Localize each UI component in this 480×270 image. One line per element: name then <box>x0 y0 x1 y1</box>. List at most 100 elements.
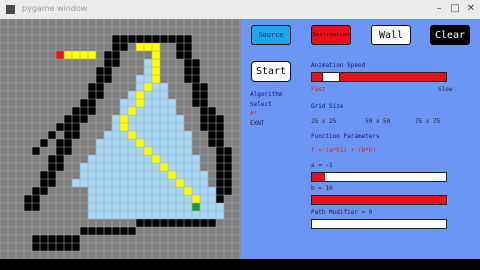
pathfinding-grid[interactable] <box>0 19 241 259</box>
visited-cell <box>112 211 120 219</box>
visited-cell <box>208 203 216 211</box>
wall-cell <box>32 243 40 251</box>
param-a-slider[interactable] <box>311 172 447 182</box>
wall-cell <box>216 147 224 155</box>
visited-cell <box>192 171 200 179</box>
wall-cell <box>64 131 72 139</box>
path-cell <box>136 99 144 107</box>
visited-cell <box>208 195 216 203</box>
visited-cell <box>120 99 128 107</box>
wall-cell <box>48 163 56 171</box>
param-b-slider[interactable] <box>311 195 447 205</box>
wall-cell <box>104 67 112 75</box>
visited-cell <box>96 171 104 179</box>
minimize-icon[interactable]: – <box>432 2 446 16</box>
grid-size-75[interactable]: 75 x 75 <box>415 118 440 125</box>
path-cell <box>128 107 136 115</box>
animation-speed-handle[interactable] <box>322 72 341 82</box>
algorithm-option-exnt[interactable]: EXNT <box>250 120 264 127</box>
destination-button[interactable]: Destination <box>311 25 351 45</box>
wall-cell <box>184 51 192 59</box>
visited-cell <box>152 187 160 195</box>
wall-button[interactable]: Wall <box>371 25 411 45</box>
app-icon <box>6 5 15 14</box>
visited-cell <box>216 211 224 219</box>
wall-cell <box>200 219 208 227</box>
path-modifier-slider[interactable] <box>311 219 447 229</box>
wall-cell <box>40 179 48 187</box>
visited-cell <box>96 203 104 211</box>
wall-cell <box>64 139 72 147</box>
path-cell <box>152 155 160 163</box>
visited-cell <box>160 91 168 99</box>
close-icon[interactable]: ✕ <box>464 2 478 16</box>
start-button[interactable]: Start <box>251 61 291 82</box>
visited-cell <box>168 179 176 187</box>
visited-cell <box>136 195 144 203</box>
wall-cell <box>216 187 224 195</box>
maximize-icon[interactable]: □ <box>448 2 462 16</box>
grid-canvas[interactable] <box>0 19 241 259</box>
wall-cell <box>168 35 176 43</box>
visited-cell <box>136 179 144 187</box>
visited-cell <box>136 147 144 155</box>
visited-cell <box>88 187 96 195</box>
wall-cell <box>200 99 208 107</box>
wall-cell <box>96 227 104 235</box>
visited-cell <box>152 171 160 179</box>
visited-cell <box>104 187 112 195</box>
visited-cell <box>136 203 144 211</box>
visited-cell <box>136 131 144 139</box>
visited-cell <box>184 163 192 171</box>
wall-cell <box>112 43 120 51</box>
algorithm-title: Algorithm <box>250 91 283 98</box>
visited-cell <box>112 139 120 147</box>
wall-cell <box>64 115 72 123</box>
visited-cell <box>152 83 160 91</box>
grid-size-50[interactable]: 50 x 50 <box>365 118 390 125</box>
visited-cell <box>144 131 152 139</box>
algorithm-option-astar[interactable]: A* <box>250 110 257 117</box>
wall-cell <box>192 75 200 83</box>
wall-cell <box>200 115 208 123</box>
visited-cell <box>96 195 104 203</box>
visited-cell <box>192 211 200 219</box>
visited-cell <box>96 139 104 147</box>
wall-cell <box>48 171 56 179</box>
visited-cell <box>144 91 152 99</box>
wall-cell <box>56 235 64 243</box>
visited-cell <box>144 123 152 131</box>
wall-cell <box>56 243 64 251</box>
visited-cell <box>104 147 112 155</box>
visited-cell <box>88 195 96 203</box>
visited-cell <box>160 211 168 219</box>
grid-size-label: Grid Size <box>311 103 344 110</box>
grid-size-25[interactable]: 25 x 25 <box>311 118 336 125</box>
wall-cell <box>72 243 80 251</box>
wall-cell <box>72 107 80 115</box>
visited-cell <box>144 99 152 107</box>
wall-cell <box>80 227 88 235</box>
wall-cell <box>112 227 120 235</box>
wall-cell <box>208 131 216 139</box>
visited-cell <box>152 203 160 211</box>
visited-cell <box>112 187 120 195</box>
visited-cell <box>88 155 96 163</box>
wall-cell <box>216 171 224 179</box>
window-title: pygame window <box>22 4 88 13</box>
visited-cell <box>128 195 136 203</box>
animation-speed-slider[interactable] <box>311 72 447 82</box>
visited-cell <box>176 139 184 147</box>
visited-cell <box>144 179 152 187</box>
visited-cell <box>168 131 176 139</box>
wall-cell <box>136 35 144 43</box>
param-b-fill <box>312 196 446 204</box>
clear-button[interactable]: Clear <box>430 25 470 45</box>
wall-cell <box>32 187 40 195</box>
wall-cell <box>96 91 104 99</box>
wall-cell <box>72 235 80 243</box>
source-button[interactable]: Source <box>251 25 291 45</box>
visited-cell <box>144 139 152 147</box>
param-a-fill <box>312 173 326 181</box>
visited-cell <box>168 163 176 171</box>
